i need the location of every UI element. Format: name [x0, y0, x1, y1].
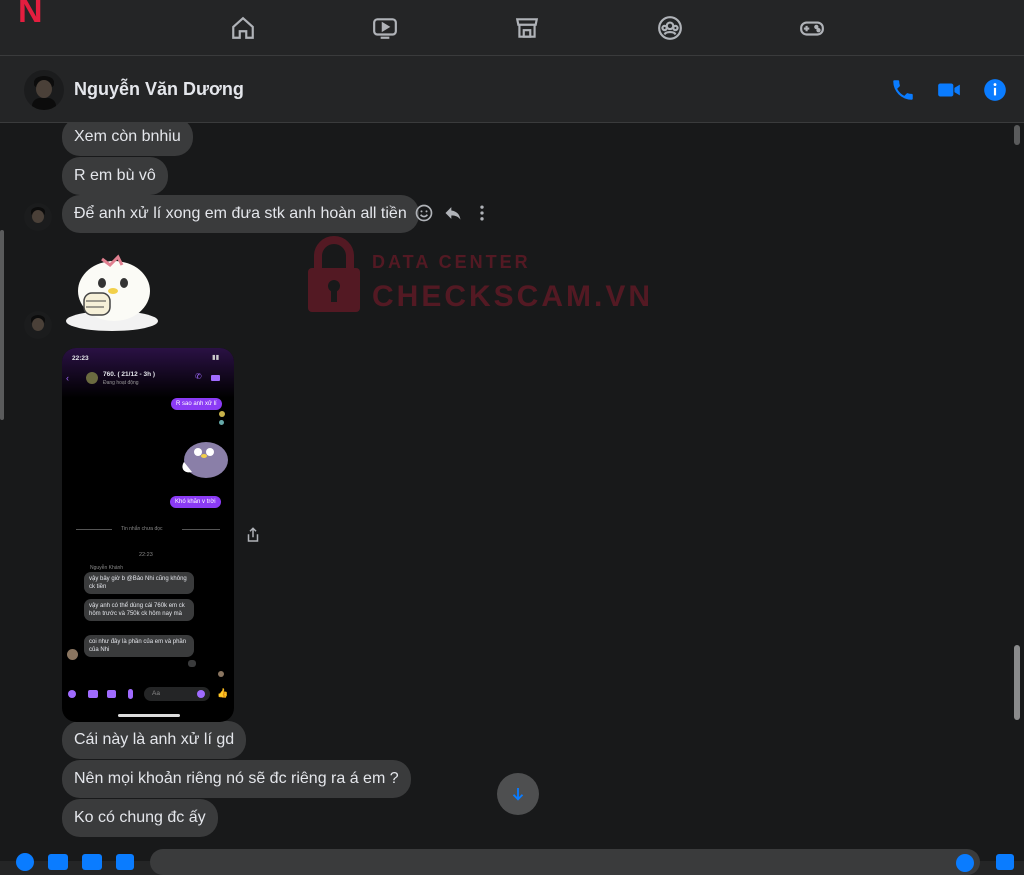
more-options-icon[interactable] [472, 203, 492, 223]
shot-sent-bubble: Khó khăn v trời [170, 496, 221, 508]
shot-battery-icon: ▮▮ [212, 354, 220, 361]
shot-received-bubble: coi như đây là phần của em và phần của N… [84, 635, 194, 657]
shot-avatar [86, 372, 98, 384]
screenshot-image[interactable]: 22:23 ▮▮ ‹ 760. ( 21/12 - 3h ) Đang hoạt… [62, 348, 234, 722]
add-icon[interactable] [16, 853, 34, 871]
message-bubble[interactable]: R em bù vô [62, 157, 168, 195]
message-bubble[interactable]: Cái này là anh xử lí gd [62, 721, 247, 759]
left-scrollbar[interactable] [0, 230, 4, 420]
top-nav: N [0, 0, 1024, 56]
watermark: DATA CENTER CHECKSCAM.VN [300, 236, 650, 316]
groups-icon[interactable] [654, 12, 686, 44]
marketplace-icon[interactable] [511, 12, 543, 44]
like-icon[interactable] [996, 854, 1014, 870]
gif-icon[interactable] [116, 854, 134, 870]
shot-camera-icon [88, 690, 98, 698]
shot-add-icon [68, 690, 76, 698]
shot-home-indicator [118, 714, 180, 717]
message-input[interactable] [150, 849, 980, 875]
shot-status: Đang hoạt động [103, 380, 139, 386]
video-call-icon[interactable] [936, 77, 962, 103]
shot-time2: 22:23 [139, 552, 153, 558]
right-scrollbar-thumb[interactable] [1014, 645, 1020, 720]
shot-back-icon: ‹ [66, 373, 69, 383]
lock-icon [308, 236, 360, 312]
chat-header: Nguyễn Văn Dương [0, 57, 1024, 123]
share-icon[interactable] [244, 526, 262, 544]
scroll-to-bottom-button[interactable] [497, 773, 539, 815]
shot-gallery-icon [107, 690, 116, 698]
shot-received-bubble: vậy anh có thể dùng cái 760k em ck hôm t… [84, 599, 194, 621]
shot-sent-bubble: R sao anh xử lí [171, 398, 222, 410]
gaming-icon[interactable] [796, 12, 828, 44]
shot-received-bubble: vậy bây giờ b @Bảo Nhi cũng không ck tiề… [84, 572, 194, 594]
sticker-icon[interactable] [82, 854, 102, 870]
contact-name[interactable]: Nguyễn Văn Dương [74, 79, 244, 100]
reply-icon[interactable] [443, 203, 463, 223]
shot-time: 22:23 [72, 355, 89, 362]
gallery-icon[interactable] [48, 854, 68, 870]
watermark-line2: CHECKSCAM.VN [372, 280, 654, 313]
composer-bar [0, 845, 1024, 875]
sender-avatar[interactable] [24, 203, 52, 231]
message-bubble[interactable]: Xem còn bnhiu [62, 123, 193, 156]
react-emoji-icon[interactable] [414, 203, 434, 223]
home-icon[interactable] [227, 12, 259, 44]
scroll-up-indicator[interactable] [1014, 125, 1020, 145]
sticker-image[interactable] [62, 251, 162, 333]
message-bubble[interactable]: Nên mọi khoản riêng nó sẽ đc riêng ra á … [62, 760, 411, 798]
phone-icon[interactable] [890, 77, 916, 103]
shot-mic-icon [128, 689, 133, 699]
arrow-down-icon [512, 788, 524, 801]
shot-composer: Aa [152, 690, 160, 697]
message-bubble[interactable]: Để anh xử lí xong em đưa stk anh hoàn al… [62, 195, 419, 233]
message-bubble[interactable]: Ko có chung đc ấy [62, 799, 218, 837]
shot-call-icon: ✆ [195, 372, 202, 381]
watermark-line1: DATA CENTER [372, 252, 531, 272]
watch-icon[interactable] [369, 12, 401, 44]
emoji-icon[interactable] [956, 854, 974, 872]
shot-video-icon [211, 375, 220, 381]
brand-logo[interactable]: N [18, 0, 43, 31]
sender-avatar[interactable] [24, 311, 52, 339]
shot-sender: Nguyễn Khánh [90, 565, 124, 571]
shot-sticker [182, 442, 228, 478]
info-icon[interactable] [982, 77, 1008, 103]
shot-like-icon: 👍 [217, 688, 229, 698]
shot-title: 760. ( 21/12 - 3h ) [103, 371, 156, 378]
contact-avatar[interactable] [24, 70, 64, 110]
shot-unread-divider: Tin nhắn chưa đọc [121, 526, 163, 532]
shot-sender-avatar [67, 649, 78, 660]
